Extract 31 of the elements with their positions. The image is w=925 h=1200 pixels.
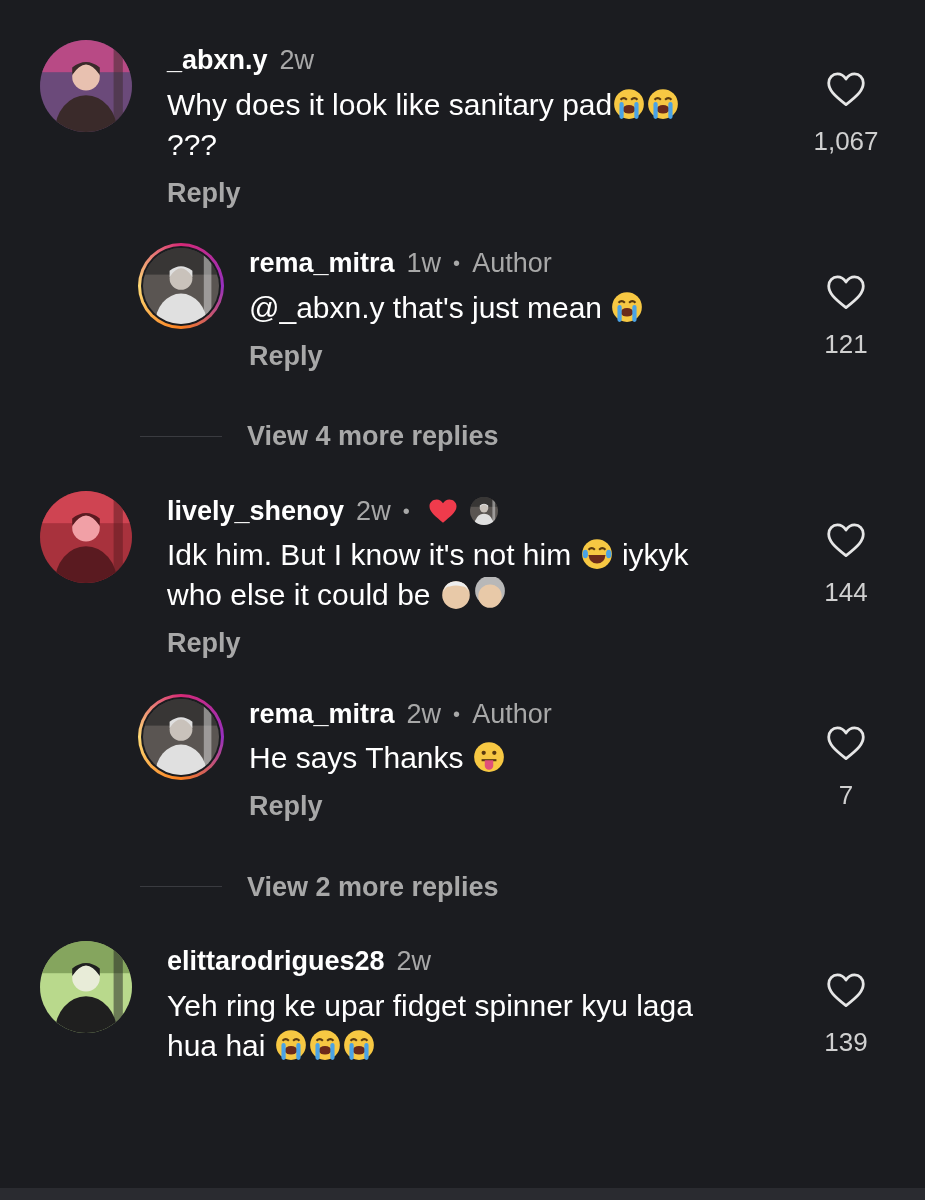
like-count: 139 [824, 1026, 868, 1059]
comment-text: @_abxn.y that's just mean [249, 287, 801, 328]
author-label: Author [472, 697, 552, 731]
username[interactable]: rema_mitra [249, 243, 395, 284]
timestamp: 2w [356, 494, 391, 528]
like-count: 1,067 [813, 125, 879, 158]
username[interactable]: lively_shenoy [167, 490, 345, 531]
reply-link[interactable]: Reply [167, 172, 241, 213]
reply-link[interactable]: Reply [167, 623, 241, 664]
username[interactable]: _abxn.y [167, 40, 268, 81]
like-count: 144 [824, 575, 868, 609]
timestamp: 2w [279, 44, 315, 77]
view-replies-link[interactable]: View 4 more replies [247, 416, 499, 457]
timestamp: 2w [406, 697, 442, 731]
like-count: 121 [824, 328, 868, 361]
reply-link[interactable]: Reply [249, 786, 323, 827]
view-replies-link[interactable]: View 2 more replies [247, 866, 499, 907]
author-label: Author [472, 247, 552, 280]
separator-dot: • [402, 498, 410, 524]
comment-text: Idk him. But I know it's not him iykyk who else it could be [167, 536, 690, 613]
comment-text: Yeh ring ke upar fidget spinner kyu laga hua hai [167, 987, 694, 1064]
username[interactable]: rema_mitra [249, 693, 395, 734]
comment-text: He says Thanks [249, 738, 801, 778]
username[interactable]: elittarodrigues28 [167, 941, 385, 982]
comment-text: Why does it look like sanitary pad ??? [167, 84, 727, 165]
separator-dot: • [453, 251, 461, 277]
timestamp: 2w [396, 945, 432, 978]
timestamp: 1w [406, 247, 442, 280]
separator-dot: • [453, 701, 461, 727]
like-count: 7 [838, 778, 854, 812]
reply-link[interactable]: Reply [249, 335, 323, 376]
